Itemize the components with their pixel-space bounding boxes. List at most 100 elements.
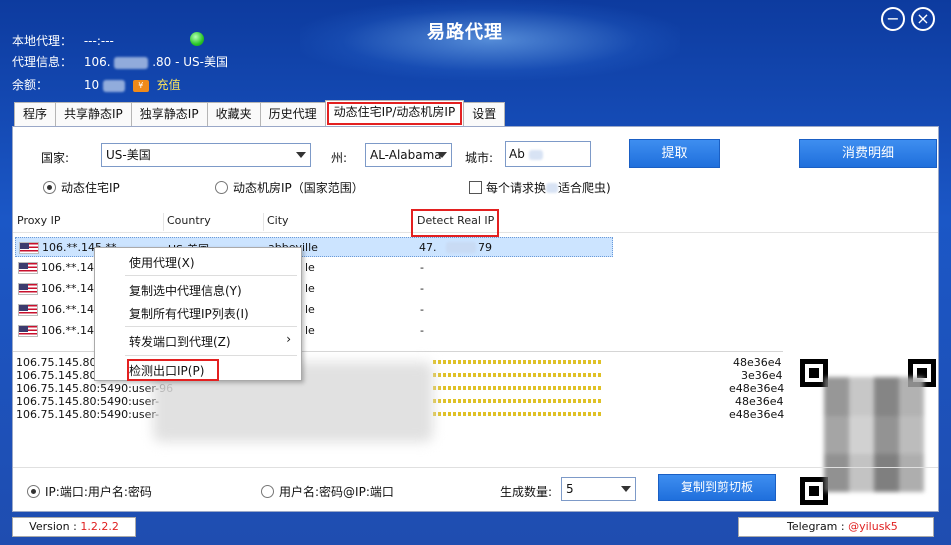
redacted-ip bbox=[446, 242, 476, 253]
proxy-info-suffix: .80 - US-美国 bbox=[152, 55, 228, 69]
copy-to-clipboard-button[interactable]: 复制到剪切板 bbox=[658, 474, 776, 501]
header-city[interactable]: City bbox=[267, 214, 289, 227]
count-label: 生成数量: bbox=[500, 485, 553, 499]
radio-residential[interactable]: 动态住宅IP bbox=[43, 179, 120, 196]
redacted-credentials bbox=[433, 360, 603, 364]
local-proxy-row: 本地代理： ---:--- bbox=[12, 32, 114, 49]
menu-forward-port[interactable]: 转发端口到代理(Z) bbox=[129, 333, 231, 350]
tab-program[interactable]: 程序 bbox=[14, 102, 57, 126]
cell-real-ip: - bbox=[420, 261, 424, 274]
redacted-balance bbox=[102, 79, 125, 92]
per-request-suffix: 适合爬虫) bbox=[558, 181, 611, 195]
balance-label: 余额： bbox=[12, 78, 49, 92]
cell-city: le bbox=[305, 324, 315, 337]
redacted-credentials bbox=[433, 399, 603, 403]
tab-settings[interactable]: 设置 bbox=[463, 102, 506, 126]
status-indicator-icon bbox=[190, 32, 204, 46]
tab-bar: 程序 共享静态IP 独享静态IP 收藏夹 历史代理 动态住宅IP/动态机房IP … bbox=[14, 100, 506, 126]
radio-format-user-first[interactable]: 用户名:密码@IP:端口 bbox=[261, 483, 394, 500]
redacted-credentials bbox=[433, 373, 603, 377]
redacted-ip bbox=[114, 56, 149, 69]
header-proxy-ip[interactable]: Proxy IP bbox=[17, 214, 61, 227]
recharge-link[interactable]: 充值 bbox=[157, 78, 181, 92]
chevron-down-icon bbox=[437, 152, 447, 158]
country-select[interactable]: US-美国 bbox=[101, 143, 311, 167]
proxy-info-label: 代理信息： bbox=[12, 55, 73, 69]
output-line: 106.75.145.80:5490:user-96 bbox=[16, 382, 174, 395]
per-request-checkbox[interactable]: 每个请求换 适合爬虫) bbox=[469, 179, 611, 196]
context-menu: 使用代理(X) 复制选中代理信息(Y) 复制所有代理IP列表(I) 转发端口到代… bbox=[94, 247, 302, 381]
tab-shared-static-ip[interactable]: 共享静态IP bbox=[55, 102, 132, 126]
cell-city: le bbox=[305, 303, 315, 316]
radio-off-icon bbox=[261, 485, 274, 498]
radio-datacenter-label: 动态机房IP（国家范围） bbox=[233, 181, 364, 195]
count-select[interactable]: 5 bbox=[561, 477, 636, 501]
version-label: Version : bbox=[29, 520, 81, 533]
radio-datacenter[interactable]: 动态机房IP（国家范围） bbox=[215, 179, 364, 196]
output-tail: 48e36e4 bbox=[735, 395, 784, 408]
cell-real-ip: - bbox=[420, 324, 424, 337]
close-icon[interactable]: × bbox=[911, 7, 935, 31]
city-input[interactable]: Ab bbox=[505, 141, 591, 167]
telegram-label: Telegram : bbox=[787, 520, 849, 533]
header-divider bbox=[263, 213, 264, 231]
redacted-text bbox=[546, 182, 559, 193]
us-flag-icon bbox=[19, 242, 39, 254]
state-value: AL-Alabama bbox=[370, 148, 442, 162]
redacted-city bbox=[528, 149, 543, 160]
qr-mosaic bbox=[824, 377, 924, 492]
telegram-badge[interactable]: Telegram : @yilusk5 bbox=[738, 517, 934, 537]
app-window: 易路代理 − × 本地代理： ---:--- 代理信息： 106. .80 - … bbox=[0, 0, 951, 545]
proxy-info-row: 代理信息： 106. .80 - US-美国 bbox=[12, 53, 228, 70]
output-tail: 48e36e4 bbox=[733, 356, 782, 369]
minimize-icon[interactable]: − bbox=[881, 7, 905, 31]
city-value: Ab bbox=[509, 147, 525, 161]
tab-dynamic-ip[interactable]: 动态住宅IP/动态机房IP bbox=[324, 100, 465, 126]
output-line: 106.75.145.80:5490:user- bbox=[16, 408, 160, 421]
format-b-label: 用户名:密码@IP:端口 bbox=[279, 485, 394, 499]
output-tail: e48e36e4 bbox=[729, 382, 785, 395]
local-proxy-value: ---:--- bbox=[83, 34, 114, 48]
country-label: 国家: bbox=[41, 151, 70, 165]
radio-on-icon bbox=[43, 181, 56, 194]
telegram-handle: @yilusk5 bbox=[848, 520, 898, 533]
currency-badge-icon: ¥ bbox=[132, 79, 149, 92]
radio-off-icon bbox=[215, 181, 228, 194]
cell-city: le bbox=[305, 261, 315, 274]
menu-separator bbox=[125, 326, 297, 327]
output-tail: e48e36e4 bbox=[729, 408, 785, 421]
chevron-down-icon bbox=[621, 486, 631, 492]
menu-copy-selected[interactable]: 复制选中代理信息(Y) bbox=[129, 282, 242, 299]
menu-separator bbox=[125, 275, 297, 276]
version-value: 1.2.2.2 bbox=[80, 520, 119, 533]
tab-favorites[interactable]: 收藏夹 bbox=[206, 102, 261, 126]
output-line: 106.75.145.80:5490:user- bbox=[16, 395, 160, 408]
menu-copy-all[interactable]: 复制所有代理IP列表(I) bbox=[129, 305, 249, 322]
count-value: 5 bbox=[566, 482, 574, 496]
country-value: US-美国 bbox=[106, 148, 151, 162]
cell-real-ip: - bbox=[420, 303, 424, 316]
cell-real-ip: - bbox=[420, 282, 424, 295]
us-flag-icon bbox=[18, 325, 38, 337]
radio-residential-label: 动态住宅IP bbox=[61, 181, 120, 195]
divider bbox=[13, 467, 938, 468]
balance-prefix: 10 bbox=[83, 78, 100, 92]
tab-dedicated-static-ip[interactable]: 独享静态IP bbox=[130, 102, 208, 126]
billing-details-button[interactable]: 消费明细 bbox=[799, 139, 937, 168]
cell-real-ip-tail: 79 bbox=[478, 241, 492, 254]
header-divider bbox=[163, 213, 164, 231]
per-request-label: 每个请求换 bbox=[486, 181, 547, 195]
radio-format-ip-first[interactable]: IP:端口:用户名:密码 bbox=[27, 483, 152, 500]
output-tail: 3e36e4 bbox=[741, 369, 783, 382]
state-label: 州: bbox=[331, 151, 348, 165]
radio-on-icon bbox=[27, 485, 40, 498]
state-select[interactable]: AL-Alabama bbox=[365, 143, 452, 167]
tab-history[interactable]: 历史代理 bbox=[259, 102, 326, 126]
redacted-credentials bbox=[433, 386, 603, 390]
menu-use-proxy[interactable]: 使用代理(X) bbox=[129, 254, 195, 271]
proxy-info-prefix: 106. bbox=[83, 55, 111, 69]
chevron-down-icon bbox=[296, 152, 306, 158]
checkbox-icon bbox=[469, 181, 482, 194]
fetch-button[interactable]: 提取 bbox=[629, 139, 720, 168]
header-country[interactable]: Country bbox=[167, 214, 211, 227]
